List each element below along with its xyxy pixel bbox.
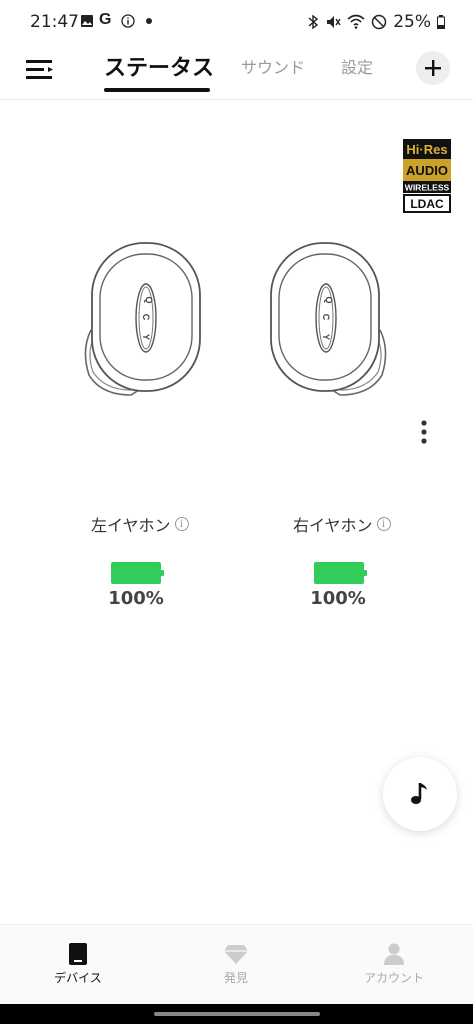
- left-battery-bar: [111, 562, 161, 584]
- badge-line3: WIRELESS: [405, 183, 450, 193]
- svg-text:C: C: [141, 314, 151, 321]
- svg-text:C: C: [321, 314, 331, 321]
- diamond-icon: [224, 945, 248, 964]
- nav-device[interactable]: デバイス: [28, 943, 128, 986]
- tab-status[interactable]: ステータス: [104, 50, 214, 82]
- person-icon: [384, 943, 404, 965]
- nav-device-label: デバイス: [54, 971, 102, 985]
- device-icon: [69, 943, 87, 965]
- svg-text:Y: Y: [321, 334, 331, 340]
- tab-settings[interactable]: 設定: [341, 54, 373, 78]
- left-battery-percent: 100%: [108, 588, 164, 609]
- nav-account-label: アカウント: [363, 971, 424, 985]
- hi-res-ldac-badge: Hi·Res AUDIO WIRELESS LDAC: [403, 139, 451, 213]
- plus-icon: [425, 60, 441, 76]
- add-device-button[interactable]: [416, 51, 450, 85]
- status-bar: 21:47 G 25%: [0, 0, 473, 44]
- badge-line2: AUDIO: [406, 163, 448, 178]
- music-note-icon: [411, 783, 427, 804]
- info-status-icon: [121, 14, 135, 28]
- system-gesture-bar: [0, 1004, 473, 1024]
- image-icon: [81, 15, 93, 27]
- mute-icon: [327, 16, 341, 28]
- home-gesture-pill[interactable]: [154, 1012, 320, 1016]
- svg-text:Y: Y: [141, 334, 151, 340]
- right-earbud-label: 右イヤホン: [293, 516, 373, 535]
- active-tab-indicator: [104, 88, 210, 92]
- right-battery-bar: [314, 562, 364, 584]
- google-icon: G: [99, 11, 112, 28]
- left-earbud-label: 左イヤホン: [91, 516, 171, 535]
- bluetooth-icon: [308, 14, 319, 30]
- right-earbud-image: Q C Y: [270, 242, 387, 396]
- bottom-navigation: デバイス 発見 アカウント: [0, 924, 473, 1004]
- nav-discover-label: 発見: [223, 971, 248, 985]
- battery-icon: [437, 15, 445, 29]
- svg-text:Q: Q: [144, 296, 154, 303]
- left-info-icon[interactable]: i: [174, 517, 189, 531]
- nav-discover[interactable]: 発見: [186, 943, 286, 986]
- wifi-icon: [347, 14, 365, 29]
- dnd-icon: [371, 14, 387, 30]
- right-earbud-label-group: 右イヤホン i: [293, 512, 391, 536]
- right-info-icon[interactable]: i: [376, 517, 391, 531]
- badge-line4: LDAC: [410, 197, 444, 211]
- music-player-button[interactable]: [383, 757, 457, 831]
- tab-sound[interactable]: サウンド: [241, 54, 305, 78]
- more-options-icon[interactable]: [414, 418, 434, 448]
- svg-text:Q: Q: [324, 296, 334, 303]
- dot-icon: [146, 18, 152, 24]
- badge-line1: Hi·Res: [406, 142, 447, 157]
- left-earbud-image: Q C Y: [84, 242, 201, 396]
- menu-icon[interactable]: [26, 56, 56, 84]
- right-battery-percent: 100%: [310, 588, 366, 609]
- right-battery-tip: [364, 570, 367, 576]
- nav-account[interactable]: アカウント: [344, 943, 444, 986]
- left-earbud-label-group: 左イヤホン i: [91, 512, 189, 536]
- battery-percent: 25%: [393, 12, 431, 32]
- left-battery-tip: [161, 570, 164, 576]
- top-app-bar: ステータス サウンド 設定: [0, 44, 473, 100]
- status-time: 21:47: [30, 12, 79, 32]
